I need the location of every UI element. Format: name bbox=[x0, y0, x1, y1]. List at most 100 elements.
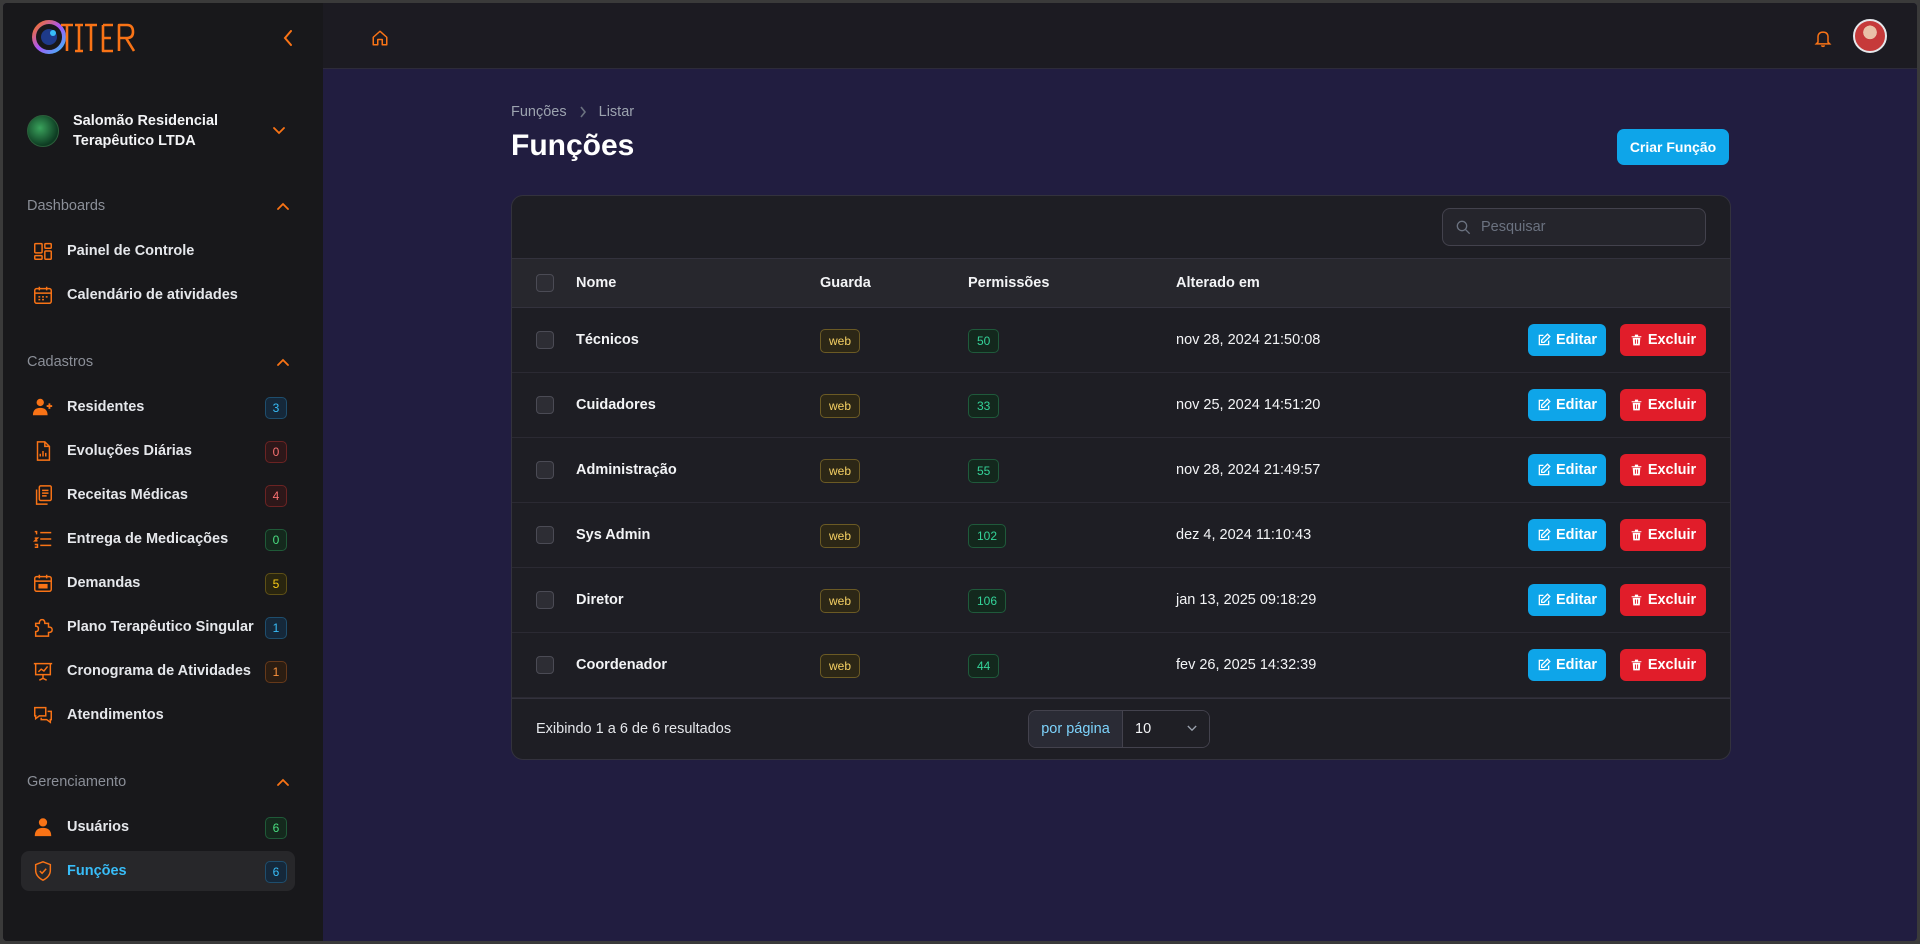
count-badge: 0 bbox=[265, 441, 287, 463]
breadcrumb-link[interactable]: Funções bbox=[511, 104, 567, 120]
delete-label: Excluir bbox=[1647, 332, 1697, 348]
guard-badge: web bbox=[820, 654, 861, 678]
updated-at: nov 28, 2024 21:50:08 bbox=[1176, 332, 1321, 348]
delete-button[interactable]: Excluir bbox=[1620, 324, 1706, 356]
sidebar-item-calendario[interactable]: Calendário de atividades bbox=[21, 275, 295, 315]
row-checkbox[interactable] bbox=[536, 461, 554, 479]
role-name: Administração bbox=[576, 462, 677, 478]
delete-button[interactable]: Excluir bbox=[1620, 454, 1706, 486]
nav-group-dashboards[interactable]: Dashboards bbox=[27, 195, 289, 217]
trash-icon bbox=[1631, 464, 1642, 476]
table-footer: Exibindo 1 a 6 de 6 resultados por págin… bbox=[512, 698, 1730, 759]
chat-bubbles-icon bbox=[31, 703, 55, 727]
user-avatar[interactable] bbox=[1853, 19, 1887, 53]
permissions-count-badge: 102 bbox=[968, 524, 1007, 548]
sidebar-item-receitas[interactable]: Receitas Médicas 4 bbox=[21, 475, 295, 515]
edit-button[interactable]: Editar bbox=[1528, 324, 1606, 356]
delete-label: Excluir bbox=[1647, 397, 1697, 413]
sidebar-item-painel-de-controle[interactable]: Painel de Controle bbox=[21, 231, 295, 271]
column-header-guard[interactable]: Guarda bbox=[820, 275, 871, 291]
role-name: Cuidadores bbox=[576, 397, 656, 413]
updated-at: nov 28, 2024 21:49:57 bbox=[1176, 462, 1321, 478]
row-checkbox[interactable] bbox=[536, 331, 554, 349]
count-badge: 6 bbox=[265, 861, 287, 883]
home-button[interactable] bbox=[371, 29, 389, 52]
delete-button[interactable]: Excluir bbox=[1620, 649, 1706, 681]
permissions-count-badge: 55 bbox=[968, 459, 1000, 483]
sidebar-item-plano-terapeutico[interactable]: Plano Terapêutico Singular 1 bbox=[21, 607, 295, 647]
sidebar-item-funcoes[interactable]: Funções 6 bbox=[21, 851, 295, 891]
user-plus-icon bbox=[31, 395, 55, 419]
nav-group-cadastros[interactable]: Cadastros bbox=[27, 351, 289, 373]
results-summary: Exibindo 1 a 6 de 6 resultados bbox=[536, 721, 732, 737]
delete-button[interactable]: Excluir bbox=[1620, 519, 1706, 551]
sidebar-item-cronograma[interactable]: Cronograma de Atividades 1 bbox=[21, 651, 295, 691]
updated-at: fev 26, 2025 14:32:39 bbox=[1176, 657, 1317, 673]
edit-icon bbox=[1538, 333, 1551, 346]
topbar bbox=[323, 3, 1917, 69]
sidebar: Salomão Residencial Terapêutico LTDA Das… bbox=[3, 3, 323, 941]
edit-icon bbox=[1538, 528, 1551, 541]
guard-badge: web bbox=[820, 589, 861, 613]
edit-label: Editar bbox=[1555, 657, 1598, 673]
document-chart-icon bbox=[31, 439, 55, 463]
sidebar-item-entrega-medicacoes[interactable]: Entrega de Medicações 0 bbox=[21, 519, 295, 559]
trash-icon bbox=[1631, 529, 1642, 541]
row-checkbox[interactable] bbox=[536, 591, 554, 609]
edit-button[interactable]: Editar bbox=[1528, 649, 1606, 681]
sidebar-item-residentes[interactable]: Residentes 3 bbox=[21, 387, 295, 427]
sidebar-item-label: Calendário de atividades bbox=[67, 287, 238, 303]
edit-label: Editar bbox=[1555, 592, 1598, 608]
per-page-select[interactable]: 10 bbox=[1123, 711, 1209, 747]
updated-at: jan 13, 2025 09:18:29 bbox=[1176, 592, 1317, 608]
delete-button[interactable]: Excluir bbox=[1620, 584, 1706, 616]
nav-group-label: Cadastros bbox=[27, 354, 94, 370]
app-logo[interactable] bbox=[31, 15, 151, 59]
row-checkbox[interactable] bbox=[536, 656, 554, 674]
search-box[interactable] bbox=[1442, 208, 1706, 246]
chevron-right-icon bbox=[580, 106, 586, 118]
select-all-checkbox[interactable] bbox=[536, 274, 554, 292]
sidebar-item-usuarios[interactable]: Usuários 6 bbox=[21, 807, 295, 847]
guard-badge: web bbox=[820, 394, 861, 418]
edit-button[interactable]: Editar bbox=[1528, 519, 1606, 551]
tenant-switcher[interactable]: Salomão Residencial Terapêutico LTDA bbox=[27, 107, 289, 155]
create-function-button[interactable]: Criar Função bbox=[1617, 129, 1729, 165]
trash-icon bbox=[1631, 334, 1642, 346]
shield-check-icon bbox=[31, 859, 55, 883]
sidebar-item-label: Plano Terapêutico Singular bbox=[67, 619, 254, 635]
row-checkbox[interactable] bbox=[536, 526, 554, 544]
sidebar-item-demandas[interactable]: Demandas 5 bbox=[21, 563, 295, 603]
chevron-up-icon bbox=[277, 778, 289, 786]
role-name: Técnicos bbox=[576, 332, 639, 348]
permissions-count-badge: 33 bbox=[968, 394, 1000, 418]
updated-at: nov 25, 2024 14:51:20 bbox=[1176, 397, 1321, 413]
search-input[interactable] bbox=[1481, 219, 1681, 235]
collapse-sidebar-button[interactable] bbox=[279, 27, 297, 49]
tenant-logo bbox=[27, 115, 59, 147]
edit-button[interactable]: Editar bbox=[1528, 389, 1606, 421]
edit-button[interactable]: Editar bbox=[1528, 584, 1606, 616]
nav-group-gerenciamento[interactable]: Gerenciamento bbox=[27, 771, 289, 793]
sidebar-item-label: Usuários bbox=[67, 819, 130, 835]
delete-label: Excluir bbox=[1647, 462, 1697, 478]
column-header-updated[interactable]: Alterado em bbox=[1176, 275, 1260, 291]
edit-button[interactable]: Editar bbox=[1528, 454, 1606, 486]
column-header-permissions[interactable]: Permissões bbox=[968, 275, 1049, 291]
column-header-name[interactable]: Nome bbox=[576, 275, 616, 291]
functions-table-card: Nome Guarda Permissões Alterado em Técni… bbox=[511, 195, 1731, 760]
row-checkbox[interactable] bbox=[536, 396, 554, 414]
nav-group-label: Gerenciamento bbox=[27, 774, 127, 790]
presentation-chart-icon bbox=[31, 659, 55, 683]
delete-button[interactable]: Excluir bbox=[1620, 389, 1706, 421]
table-header: Nome Guarda Permissões Alterado em bbox=[512, 258, 1730, 308]
sidebar-item-evolucoes[interactable]: Evoluções Diárias 0 bbox=[21, 431, 295, 471]
numbered-list-icon bbox=[31, 527, 55, 551]
sidebar-item-atendimentos[interactable]: Atendimentos bbox=[21, 695, 295, 735]
tenant-name: Salomão Residencial Terapêutico LTDA bbox=[73, 113, 219, 149]
chevron-down-icon bbox=[1187, 725, 1197, 732]
sidebar-item-label: Evoluções Diárias bbox=[67, 443, 192, 459]
notifications-button[interactable] bbox=[1813, 27, 1833, 54]
calendar-date-icon bbox=[31, 571, 55, 595]
count-badge: 1 bbox=[265, 661, 287, 683]
